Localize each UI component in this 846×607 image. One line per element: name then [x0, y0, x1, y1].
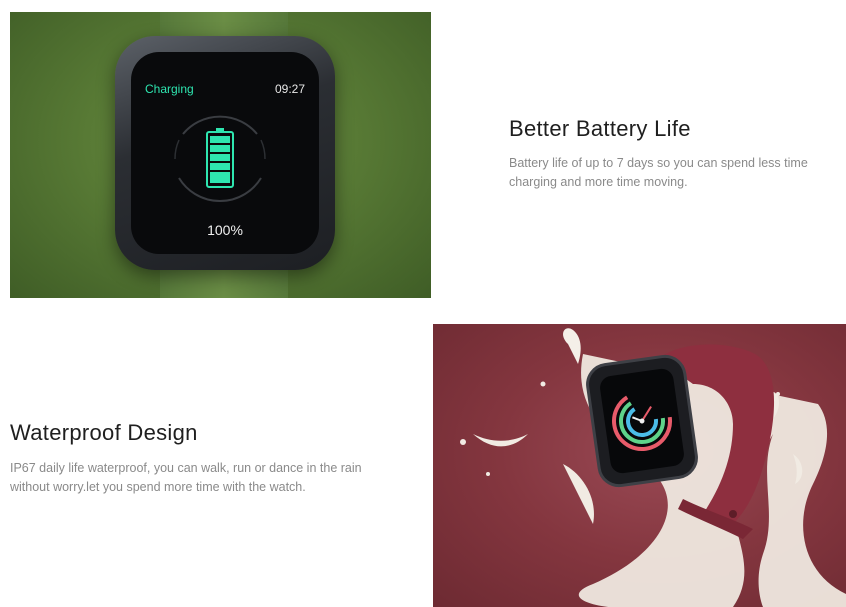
battery-feature-title: Better Battery Life — [509, 116, 691, 141]
charging-status-label: Charging — [145, 82, 194, 96]
waterproof-feature-description: IP67 daily life waterproof, you can walk… — [10, 461, 362, 494]
watch-time: 09:27 — [274, 82, 305, 96]
smartwatch-green: Charging 09:27 100% — [115, 36, 335, 270]
battery-icon — [206, 128, 234, 188]
battery-percent: 100% — [207, 222, 243, 238]
milk-splash-watch-illustration — [460, 328, 846, 607]
waterproof-product-image — [433, 324, 846, 607]
watch-screen: Charging 09:27 100% — [131, 52, 319, 254]
product-feature-page: Charging 09:27 100% Better Battery Life … — [0, 0, 846, 607]
battery-feature-description: Battery life of up to 7 days so you can … — [509, 156, 808, 189]
waterproof-feature-title: Waterproof Design — [10, 420, 198, 445]
battery-product-image: Charging 09:27 100% — [10, 12, 431, 298]
